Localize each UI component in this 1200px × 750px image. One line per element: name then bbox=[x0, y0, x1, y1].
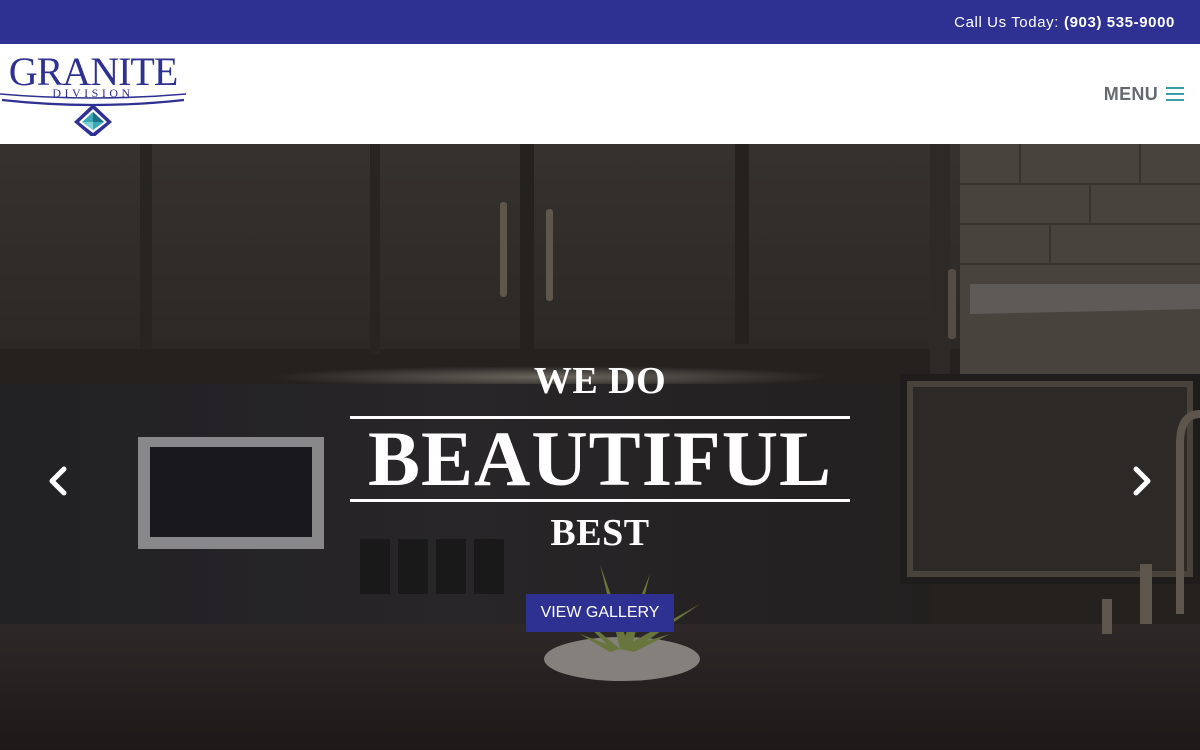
logo-diamond-icon bbox=[74, 104, 112, 136]
slide-heading-bottom: BEST bbox=[550, 512, 650, 554]
slide-heading-top: WE DO bbox=[533, 360, 667, 402]
site-header: GRANITE DIVISION MENU bbox=[0, 44, 1200, 144]
chevron-left-icon[interactable] bbox=[44, 464, 74, 498]
logo-subtitle: DIVISION bbox=[52, 86, 133, 100]
chevron-right-icon[interactable] bbox=[1126, 464, 1156, 498]
call-us-label: Call Us Today: bbox=[954, 13, 1060, 31]
view-gallery-button[interactable]: VIEW GALLERY bbox=[526, 594, 674, 632]
slide-heading-main: BEAUTIFUL bbox=[367, 415, 833, 502]
top-contact-bar: Call Us Today: (903) 535-9000 bbox=[0, 0, 1200, 44]
phone-number-link[interactable]: (903) 535-9000 bbox=[1064, 14, 1175, 31]
slide-caption: WE DO BEAUTIFUL BEST bbox=[350, 358, 850, 556]
menu-label: MENU bbox=[1103, 83, 1158, 104]
menu-button[interactable]: MENU bbox=[1104, 82, 1184, 106]
hero-slider: WE DO BEAUTIFUL BEST VIEW GALLERY bbox=[0, 144, 1200, 750]
hamburger-icon bbox=[1166, 86, 1184, 102]
granite-division-logo[interactable]: GRANITE DIVISION bbox=[0, 52, 186, 136]
